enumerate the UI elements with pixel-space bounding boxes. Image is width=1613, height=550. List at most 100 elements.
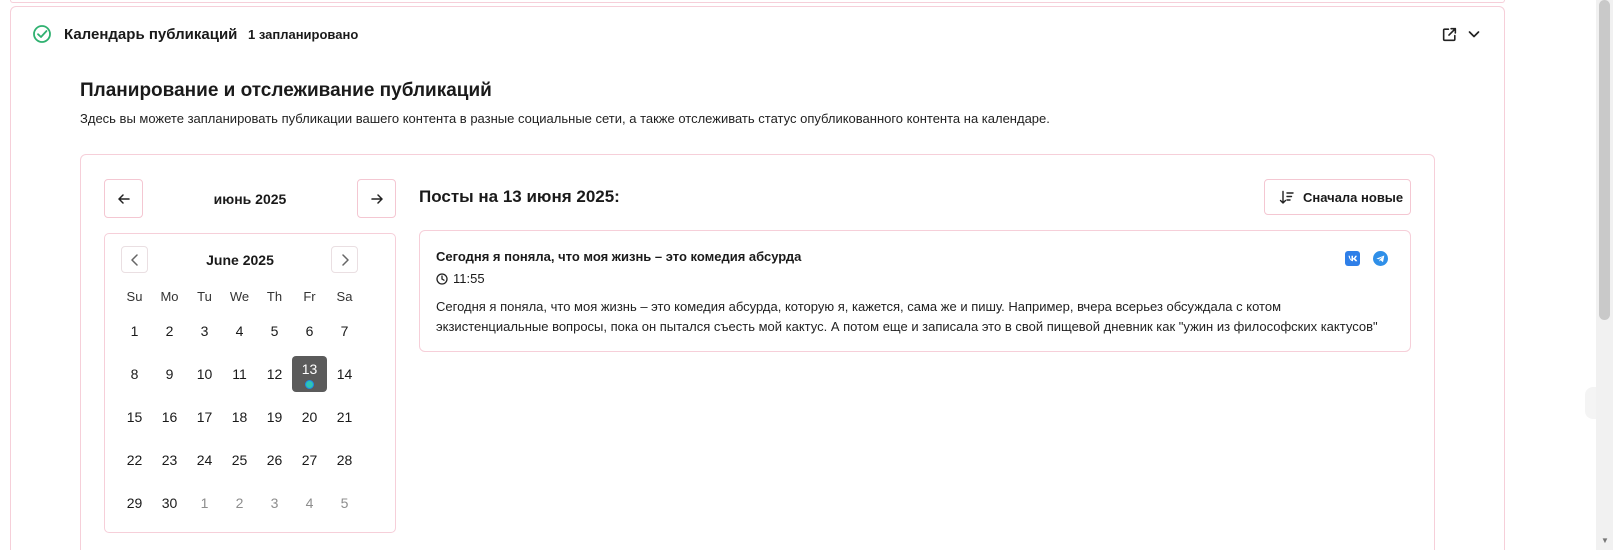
calendar-day[interactable]: 15 (117, 396, 152, 439)
calendar-day[interactable]: 13 (292, 353, 327, 396)
calendar-day[interactable]: 7 (327, 310, 362, 353)
calendar-day[interactable]: 26 (257, 438, 292, 481)
calendar-day[interactable]: 8 (117, 353, 152, 396)
calendar-day[interactable]: 5 (327, 481, 362, 524)
weekday-label: Fr (303, 289, 316, 304)
calendar-day[interactable]: 25 (222, 438, 257, 481)
calendar-day[interactable]: 6 (292, 310, 327, 353)
calendar-day-number: 14 (336, 366, 353, 383)
calendar-day[interactable]: 10 (187, 353, 222, 396)
calendar-day[interactable]: 12 (257, 353, 292, 396)
calendar-day[interactable]: 9 (152, 353, 187, 396)
calendar-day-number: 3 (270, 494, 279, 511)
weekday-label: Th (266, 289, 283, 304)
weekday-label: Sa (336, 289, 353, 304)
calendar-day-number: 15 (126, 408, 143, 425)
clock-icon (436, 272, 448, 285)
prev-month-button[interactable] (104, 179, 143, 218)
calendar-day-number: 12 (266, 366, 283, 383)
calendar-day-number: 9 (165, 366, 174, 383)
section-title: Планирование и отслеживание публикаций (80, 80, 492, 101)
posts-heading: Посты на 13 июня 2025: (419, 187, 620, 206)
calendar-day[interactable]: 16 (152, 396, 187, 439)
post-title: Сегодня я поняла, что моя жизнь – это ко… (436, 249, 802, 264)
calendar-title: June 2025 (206, 252, 274, 268)
section-description: Здесь вы можете запланировать публикации… (80, 111, 1050, 126)
calendar-day[interactable]: 4 (292, 481, 327, 524)
chevron-right-icon (341, 253, 349, 266)
calendar-day[interactable]: 21 (327, 396, 362, 439)
calendar-day-number: 13 (301, 361, 318, 378)
calendar-day[interactable]: 19 (257, 396, 292, 439)
calendar-day[interactable]: 18 (222, 396, 257, 439)
calendar-day-number: 7 (340, 323, 349, 340)
check-circle-icon (33, 25, 51, 43)
calendar-day[interactable]: 27 (292, 438, 327, 481)
calendar-day-number: 4 (235, 323, 244, 340)
current-month-label: июнь 2025 (213, 191, 287, 207)
calendar-day-number: 1 (200, 494, 209, 511)
calendar-day[interactable]: 20 (292, 396, 327, 439)
vk-icon (1345, 251, 1360, 266)
calendar-day[interactable]: 1 (187, 481, 222, 524)
calendar-day[interactable]: 4 (222, 310, 257, 353)
calendar-day-number: 10 (196, 366, 213, 383)
calendar-day[interactable]: 22 (117, 438, 152, 481)
calendar-day[interactable]: 23 (152, 438, 187, 481)
calendar-day[interactable]: 5 (257, 310, 292, 353)
post-body-line: Сегодня я поняла, что моя жизнь – это ко… (436, 299, 1281, 314)
calendar-day-number: 29 (126, 494, 143, 511)
scrollbar-thumb[interactable] (1599, 0, 1610, 320)
calendar-day-number: 21 (336, 408, 353, 425)
calendar-day-number: 5 (270, 323, 279, 340)
sort-button-label: Сначала новые (1303, 189, 1404, 205)
weekday-header: Su Mo Tu We Th Fr Sa (117, 289, 362, 304)
date-picker: June 2025 Su Mo Tu We Th Fr Sa 123456789… (104, 233, 396, 533)
external-link-icon[interactable] (1441, 26, 1458, 43)
weekday-label: Tu (197, 289, 212, 304)
calendar-day[interactable]: 2 (152, 310, 187, 353)
calendar-days-grid: 1 2 3 4 5 6 7 8 9 10 11 12 13 14 15 16 17 18 19 20 21 22 23 24 2… (117, 310, 362, 524)
calendar-day-number: 23 (161, 451, 178, 468)
calendar-day[interactable]: 1 (117, 310, 152, 353)
calendar-day[interactable]: 11 (222, 353, 257, 396)
chevron-down-icon[interactable] (1466, 26, 1482, 42)
calendar-day-number: 2 (165, 323, 174, 340)
calendar-day[interactable]: 17 (187, 396, 222, 439)
calendar-day[interactable]: 3 (187, 310, 222, 353)
calendar-day-number: 6 (305, 323, 314, 340)
calendar-day-number: 18 (231, 408, 248, 425)
calendar-day-number: 3 (200, 323, 209, 340)
calendar-day-number: 8 (130, 366, 139, 383)
calendar-next-button[interactable] (331, 246, 358, 273)
next-month-button[interactable] (357, 179, 396, 218)
post-body: Сегодня я поняла, что моя жизнь – это ко… (436, 297, 1386, 336)
calendar-day-number: 2 (235, 494, 244, 511)
calendar-day-number: 22 (126, 451, 143, 468)
calendar-prev-button[interactable] (121, 246, 148, 273)
arrow-right-icon (370, 193, 383, 204)
calendar-day[interactable]: 29 (117, 481, 152, 524)
calendar-day[interactable]: 2 (222, 481, 257, 524)
telegram-icon (1373, 251, 1388, 266)
calendar-day-number: 5 (340, 494, 349, 511)
calendar-day[interactable]: 3 (257, 481, 292, 524)
post-body-line: экзистенциальные вопросы, пока он пыталс… (436, 318, 1378, 334)
calendar-day-number: 24 (196, 451, 213, 468)
post-time: 11:55 (436, 271, 485, 286)
page-scrollbar[interactable]: ▲ ▼ (1596, 0, 1613, 550)
calendar-day-number: 16 (161, 408, 178, 425)
scroll-down-arrow-icon[interactable]: ▼ (1601, 536, 1609, 545)
calendar-day[interactable]: 24 (187, 438, 222, 481)
calendar-day-number: 11 (232, 366, 247, 383)
calendar-day[interactable]: 28 (327, 438, 362, 481)
post-card[interactable]: Сегодня я поняла, что моя жизнь – это ко… (419, 230, 1411, 352)
calendar-day[interactable]: 30 (152, 481, 187, 524)
sort-newest-button[interactable]: Сначала новые (1264, 179, 1411, 215)
calendar-day-number: 26 (266, 451, 283, 468)
calendar-day[interactable]: 14 (327, 353, 362, 396)
calendar-day-number: 30 (161, 494, 178, 511)
panel-header[interactable]: Календарь публикаций 1 запланировано (11, 7, 1504, 61)
calendar-day-number: 17 (196, 408, 213, 425)
sort-descending-icon (1279, 190, 1294, 204)
